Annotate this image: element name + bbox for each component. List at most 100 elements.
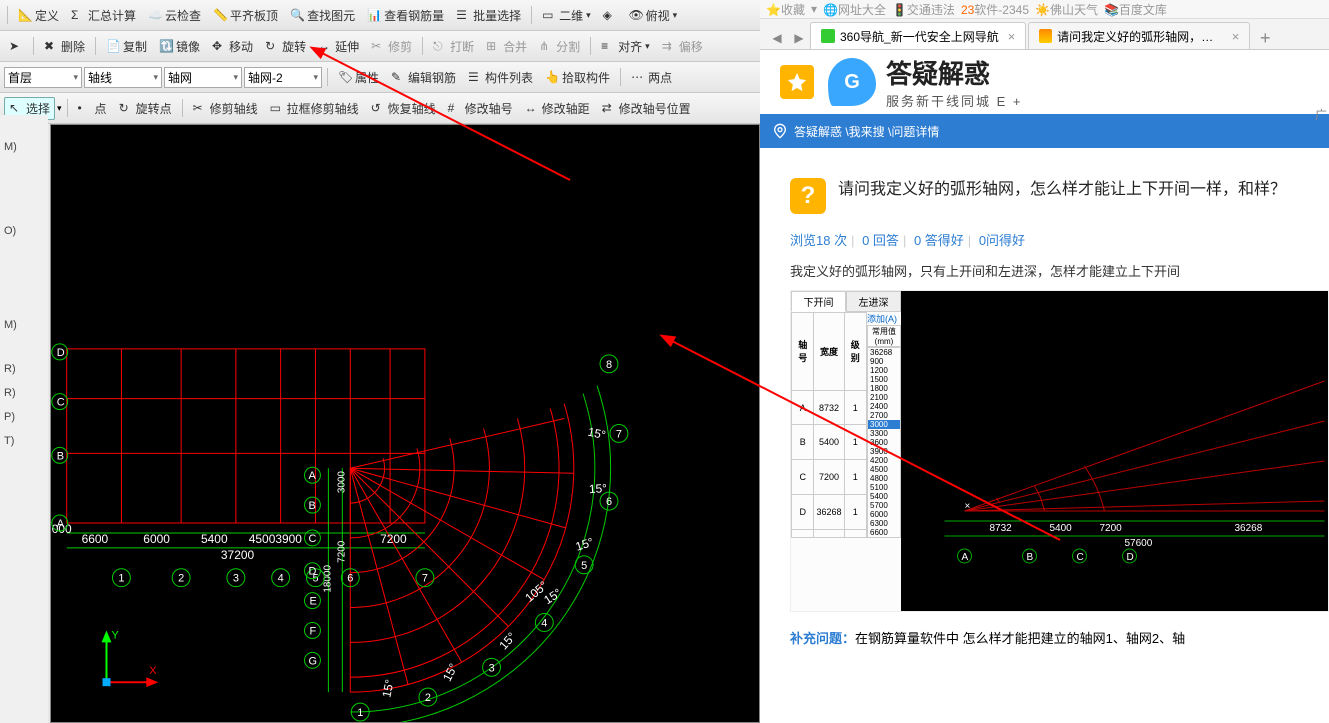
modify-number-button[interactable]: #修改轴号 [443, 97, 518, 120]
meta-good-question[interactable]: 0问得好 [979, 233, 1025, 248]
star-icon[interactable] [780, 65, 814, 99]
site-subtitle: 服务新干线同城 E + [886, 91, 1023, 110]
embed-tab[interactable]: 左进深 [846, 291, 901, 312]
svg-text:4: 4 [278, 573, 284, 585]
trim-button[interactable]: ✂修剪 [366, 35, 417, 58]
merge-button[interactable]: ⊞合并 [481, 35, 532, 58]
offset-button[interactable]: ⇉偏移 [657, 35, 708, 58]
view-rebar-button[interactable]: 📊查看钢筋量 [362, 4, 449, 27]
toolbar-axis: ↖选择 ▾ •点 ↻旋转点 ✂修剪轴线 ▭拉框修剪轴线 ↺恢复轴线 #修改轴号 … [0, 93, 760, 124]
arrow-button[interactable]: ➤ [4, 36, 28, 56]
question-title: 请问我定义好的弧形轴网，怎么样才能让上下开间一样，和样？ [838, 178, 1286, 214]
svg-text:D: D [308, 566, 316, 578]
svg-text:8: 8 [606, 359, 612, 371]
svg-text:8732: 8732 [990, 523, 1013, 534]
cad-canvas[interactable]: 6600 6000 5400 45003900 7200 37200 000 1… [50, 124, 760, 723]
svg-text:D: D [1127, 552, 1134, 563]
delete-button[interactable]: ✖删除 [39, 35, 90, 58]
batch-select-button[interactable]: ☰批量选择 [451, 4, 526, 27]
svg-text:B: B [57, 450, 64, 462]
nav-back-icon[interactable]: ◀ [766, 27, 788, 49]
question-box: ? 请问我定义好的弧形轴网，怎么样才能让上下开间一样，和样？ [760, 148, 1329, 230]
svg-text:2: 2 [178, 573, 184, 585]
copy-button[interactable]: 📄复制 [101, 35, 152, 58]
move-button[interactable]: ✥移动 [207, 35, 258, 58]
bookmark-bar: ⭐收藏 ▾ 🌐网址大全 🚦交通违法 23软件-2345 ☀️佛山天气 📚百度文库 [760, 0, 1329, 19]
restore-axis-button[interactable]: ↺恢复轴线 [366, 97, 441, 120]
properties-button[interactable]: 🏷属性 [333, 66, 384, 89]
edit-rebar-button[interactable]: ✎编辑钢筋 [386, 66, 461, 89]
svg-text:7200: 7200 [336, 540, 347, 563]
embed-grid-table: 轴号宽度级别 A87321 B54001 C72001 D362681 [791, 312, 867, 538]
corner-text: 广 [1315, 106, 1327, 123]
modify-distance-button[interactable]: ↔修改轴距 [520, 97, 595, 120]
svg-text:C: C [1077, 552, 1084, 563]
view-cube-button[interactable]: ◈ [598, 5, 622, 25]
pick-member-button[interactable]: 👆拾取构件 [540, 66, 615, 89]
define-button[interactable]: 📐定义 [13, 4, 64, 27]
meta-good-answer[interactable]: 0 答得好 [914, 233, 964, 248]
svg-text:A: A [962, 552, 969, 563]
browser-tab[interactable]: 360导航_新一代安全上网导航 × [810, 22, 1026, 49]
subcategory-dropdown[interactable]: 轴网▾ [164, 67, 242, 88]
point-button[interactable]: •点 [73, 97, 112, 120]
svg-text:C: C [57, 397, 65, 409]
svg-text:1: 1 [357, 707, 363, 719]
meta-answers[interactable]: 0 回答 [862, 233, 899, 248]
left-gutter: M) O) M) R) R) P) T) [0, 115, 48, 723]
new-tab-button[interactable]: + [1252, 27, 1278, 49]
bookmark-item[interactable]: 23软件-2345 [961, 1, 1029, 18]
embed-add-button[interactable]: 添加(A) [867, 312, 901, 325]
browser-tab[interactable]: 请问我定义好的弧形轴网，怎么样 × [1028, 22, 1250, 49]
align-button[interactable]: ≡对齐▾ [596, 35, 655, 58]
grid-dropdown[interactable]: 轴网-2▾ [244, 67, 322, 88]
bookmark-item[interactable]: 🚦交通违法 [892, 1, 955, 18]
embed-tab[interactable]: 下开间 [791, 291, 846, 312]
svg-text:2: 2 [425, 692, 431, 704]
perspective-button[interactable]: 👁俯视▾ [624, 4, 683, 27]
svg-text:D: D [57, 347, 65, 359]
rotate-button[interactable]: ↻旋转 [260, 35, 311, 58]
toolbar-main: 📐定义 Σ汇总计算 ☁️云检查 📏平齐板顶 🔍查找图元 📊查看钢筋量 ☰批量选择… [0, 0, 760, 31]
meta-views[interactable]: 浏览18 次 [790, 233, 847, 248]
break-button[interactable]: ⎋打断 [428, 35, 479, 58]
box-trim-button[interactable]: ▭拉框修剪轴线 [265, 97, 364, 120]
cloud-check-button[interactable]: ☁️云检查 [143, 4, 206, 27]
floor-dropdown[interactable]: 首层▾ [4, 67, 82, 88]
find-element-button[interactable]: 🔍查找图元 [285, 4, 360, 27]
svg-text:36268: 36268 [1235, 523, 1263, 534]
rotate-point-button[interactable]: ↻旋转点 [114, 97, 177, 120]
sum-button[interactable]: Σ汇总计算 [66, 4, 141, 27]
svg-text:37200: 37200 [221, 548, 255, 562]
bookmark-item[interactable]: 🌐网址大全 [823, 1, 886, 18]
favorites-button[interactable]: ⭐收藏 [766, 1, 805, 18]
svg-text:G: G [308, 655, 317, 667]
embed-drawing: × 8732 5400 7200 36268 57600 A B C D [901, 291, 1328, 611]
bookmark-item[interactable]: ☀️佛山天气 [1035, 1, 1098, 18]
close-icon[interactable]: × [1232, 29, 1240, 44]
svg-text:7: 7 [616, 428, 622, 440]
svg-text:57600: 57600 [1125, 538, 1153, 549]
member-list-button[interactable]: ☰构件列表 [463, 66, 538, 89]
page-header: G 答疑解惑 服务新干线同城 E + [760, 50, 1329, 114]
toolbar-edit: ➤ ✖删除 📄复制 🔃镜像 ✥移动 ↻旋转 ↔延伸 ✂修剪 ⎋打断 ⊞合并 ⋔分… [0, 31, 760, 62]
bookmark-item[interactable]: 📚百度文库 [1104, 1, 1167, 18]
svg-text:15°: 15° [588, 481, 607, 496]
2d-button[interactable]: ▭二维▾ [537, 4, 596, 27]
two-point-button[interactable]: ⋯两点 [626, 66, 677, 89]
split-button[interactable]: ⋔分割 [534, 35, 585, 58]
trim-axis-button[interactable]: ✂修剪轴线 [188, 97, 263, 120]
breadcrumb: 答疑解惑 \我来搜 \问题详情 [760, 114, 1329, 148]
category-dropdown[interactable]: 轴线▾ [84, 67, 162, 88]
mirror-button[interactable]: 🔃镜像 [154, 35, 205, 58]
close-icon[interactable]: × [1008, 29, 1016, 44]
align-plate-button[interactable]: 📏平齐板顶 [208, 4, 283, 27]
svg-text:4: 4 [541, 617, 547, 629]
embedded-screenshot: 下开间 左进深 轴号宽度级别 A87321 B54001 C72001 D362… [790, 290, 1329, 612]
extend-button[interactable]: ↔延伸 [313, 35, 364, 58]
svg-text:E: E [309, 596, 316, 608]
nav-forward-icon[interactable]: ▶ [788, 27, 810, 49]
svg-text:3000: 3000 [336, 471, 347, 494]
svg-text:5400: 5400 [201, 532, 228, 546]
modify-position-button[interactable]: ⇄修改轴号位置 [597, 97, 696, 120]
